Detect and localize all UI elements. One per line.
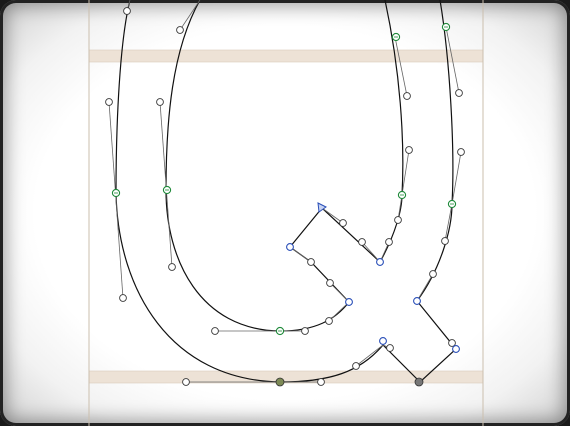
offcurve-point[interactable]: [403, 92, 411, 100]
offcurve-point[interactable]: [457, 148, 465, 156]
offcurve-point[interactable]: [307, 258, 315, 266]
offcurve-point[interactable]: [352, 362, 360, 370]
corner-point[interactable]: [379, 337, 387, 345]
handle-line: [416, 273, 434, 302]
offcurve-point[interactable]: [441, 237, 449, 245]
handle-line: [321, 207, 344, 224]
offcurve-point[interactable]: [317, 378, 325, 386]
offcurve-point[interactable]: [123, 7, 131, 15]
offcurve-point[interactable]: [168, 263, 176, 271]
offcurve-point[interactable]: [455, 89, 463, 97]
offcurve-point[interactable]: [339, 219, 347, 227]
offcurve-point[interactable]: [182, 378, 190, 386]
offcurve-point[interactable]: [386, 344, 394, 352]
handle-line: [361, 241, 381, 263]
offcurve-point[interactable]: [448, 339, 456, 347]
offcurve-point[interactable]: [211, 327, 219, 335]
editor-window: [0, 0, 570, 426]
offcurve-point[interactable]: [394, 216, 402, 224]
ascender-metric-band: [88, 49, 484, 63]
corner-point[interactable]: [452, 345, 460, 353]
glyph-edit-view[interactable]: [0, 0, 570, 426]
corner-point[interactable]: [345, 298, 353, 306]
offcurve-point[interactable]: [301, 327, 309, 335]
selected-point[interactable]: [275, 377, 285, 387]
glyph-canvas[interactable]: [0, 0, 570, 426]
corner-point[interactable]: [376, 258, 384, 266]
handle-line: [179, 0, 201, 31]
handle-line: [159, 101, 173, 268]
corner-point[interactable]: [413, 297, 421, 305]
handle-line: [355, 344, 384, 367]
inner-contour[interactable]: [165, 0, 404, 332]
handle-line: [108, 101, 124, 299]
offcurve-point[interactable]: [429, 270, 437, 278]
selected-point[interactable]: [414, 377, 424, 387]
offcurve-point[interactable]: [105, 98, 113, 106]
offcurve-point[interactable]: [358, 238, 366, 246]
offcurve-point[interactable]: [325, 317, 333, 325]
glyph-points[interactable]: [105, 7, 465, 387]
handle-line: [329, 282, 350, 303]
corner-point[interactable]: [286, 243, 294, 251]
offcurve-point[interactable]: [176, 26, 184, 34]
baseline-metric-band: [88, 370, 484, 384]
offcurve-point[interactable]: [405, 146, 413, 154]
offcurve-point[interactable]: [326, 279, 334, 287]
offcurve-point[interactable]: [156, 98, 164, 106]
offcurve-point[interactable]: [119, 294, 127, 302]
handle-line: [328, 301, 350, 322]
offcurve-point[interactable]: [385, 238, 393, 246]
